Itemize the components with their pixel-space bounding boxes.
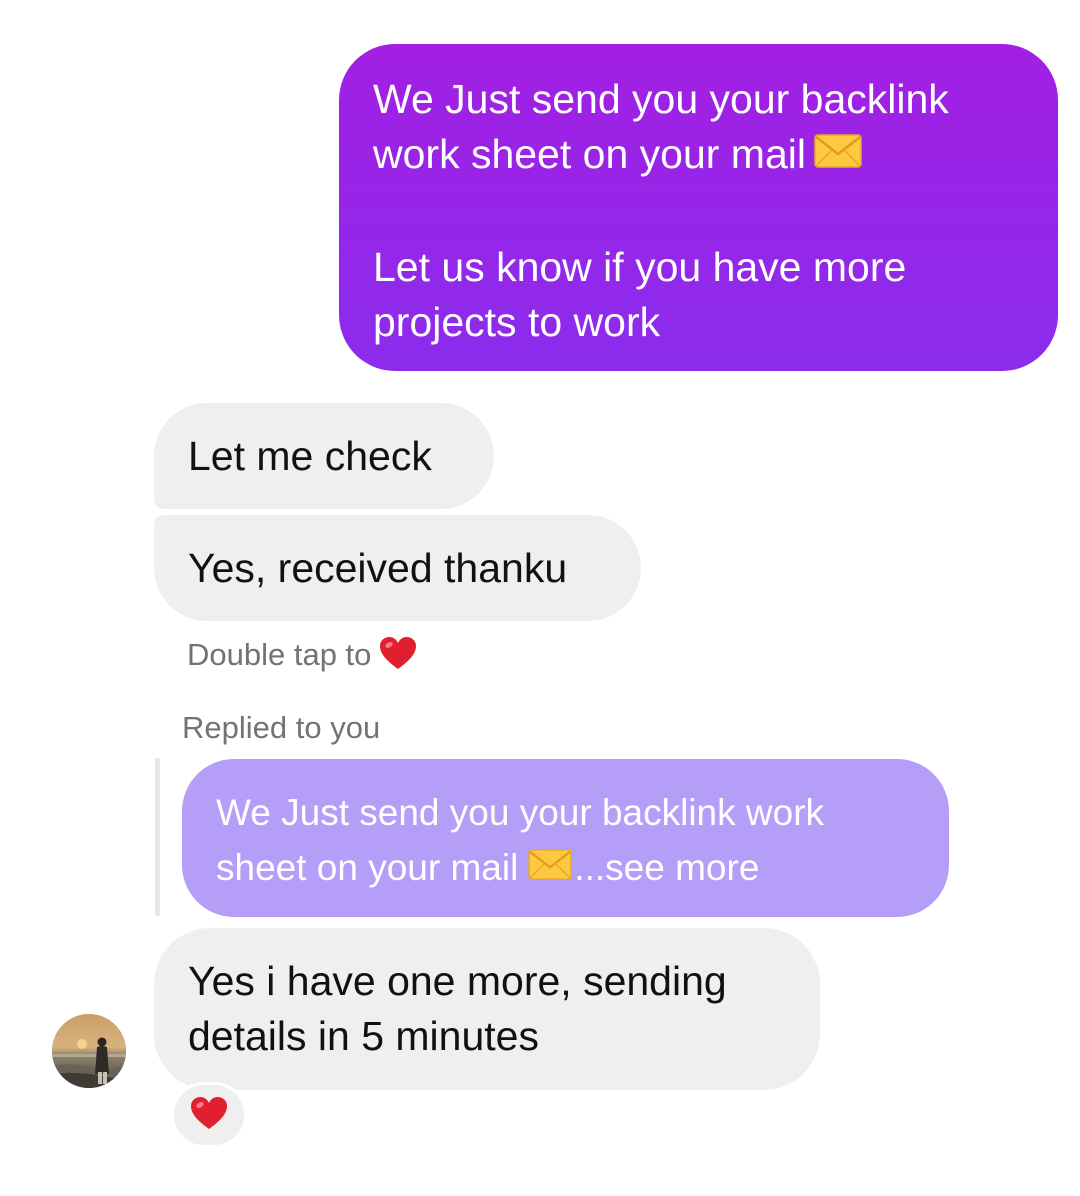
- heart-icon: [379, 636, 417, 678]
- avatar-photo: [52, 1014, 126, 1088]
- double-tap-hint: Double tap to: [187, 636, 417, 678]
- outgoing-message-bubble[interactable]: We Just send you your backlink work shee…: [339, 44, 1058, 371]
- replied-to-you-label: Replied to you: [182, 710, 381, 745]
- see-more-link[interactable]: ...see more: [574, 847, 759, 888]
- incoming-message-text: Let me check: [188, 433, 432, 479]
- quoted-message-line-2: sheet on your mail ...see more: [216, 840, 915, 898]
- outgoing-message-line-3: Let us know if you have more: [373, 243, 907, 290]
- incoming-message-line-1: Yes i have one more, sending: [188, 958, 727, 1004]
- quoted-message-bubble[interactable]: We Just send you your backlink work shee…: [182, 759, 949, 917]
- quoted-message-line-1: We Just send you your backlink work: [216, 792, 825, 833]
- double-tap-text: Double tap to: [187, 637, 372, 673]
- chat-thread: We Just send you your backlink work shee…: [0, 0, 1080, 1196]
- heart-reaction[interactable]: [171, 1082, 247, 1148]
- outgoing-message-line-2: work sheet on your mail: [373, 127, 1028, 185]
- incoming-message-line-2: details in 5 minutes: [188, 1013, 539, 1059]
- incoming-message-text: Yes, received thanku: [188, 545, 568, 591]
- envelope-icon: [528, 840, 572, 895]
- heart-icon: [190, 1096, 228, 1135]
- outgoing-message-line-4: projects to work: [373, 298, 661, 345]
- outgoing-message-line-1: We Just send you your backlink: [373, 76, 949, 122]
- envelope-icon: [814, 127, 862, 182]
- incoming-message-bubble[interactable]: Let me check: [154, 403, 494, 509]
- avatar[interactable]: [52, 1014, 126, 1088]
- incoming-message-bubble[interactable]: Yes i have one more, sending details in …: [154, 928, 820, 1090]
- reply-indicator-bar: [155, 758, 160, 916]
- incoming-message-bubble[interactable]: Yes, received thanku: [154, 515, 641, 621]
